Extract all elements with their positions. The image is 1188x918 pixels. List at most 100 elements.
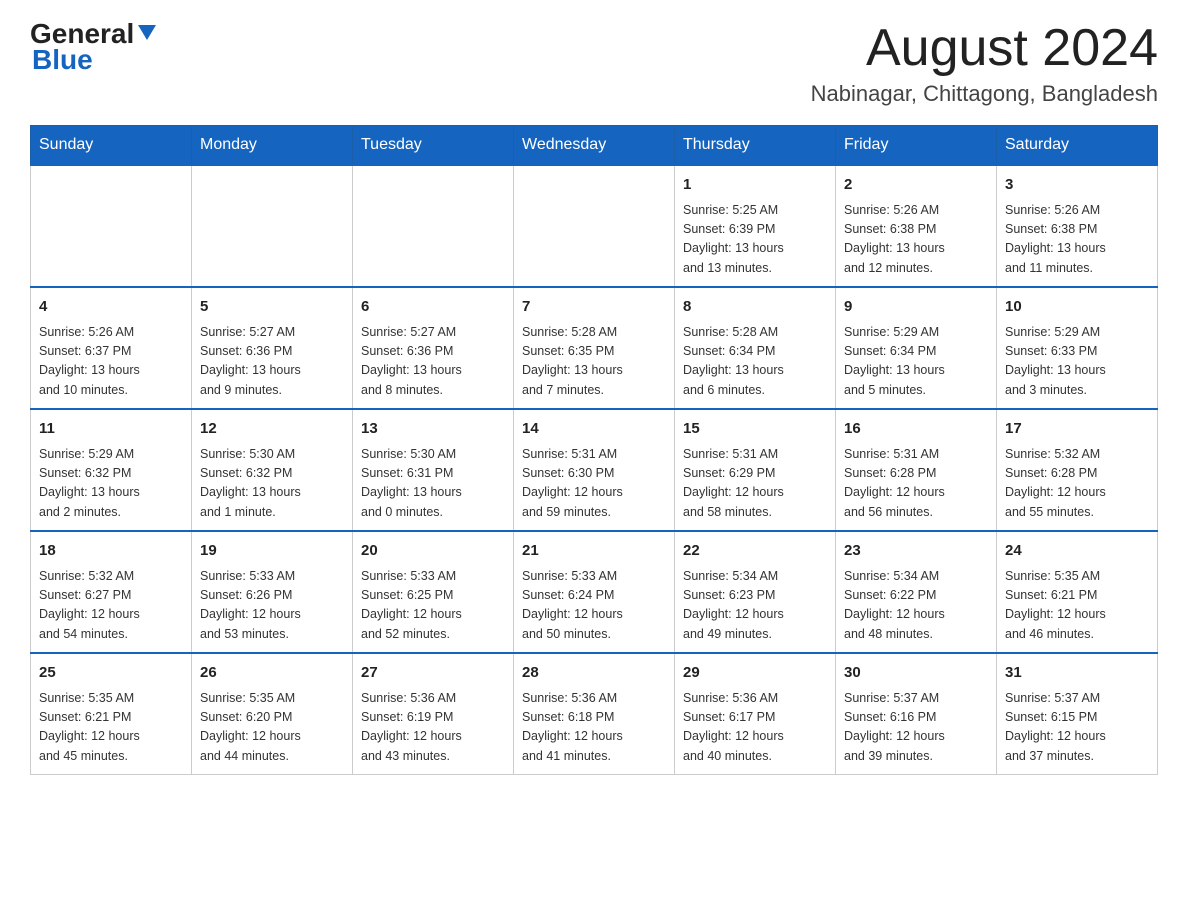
logo-text-blue: Blue <box>32 44 93 75</box>
day-number: 18 <box>39 540 183 563</box>
day-info: Sunrise: 5:34 AMSunset: 6:22 PMDaylight:… <box>844 567 988 645</box>
day-info: Sunrise: 5:30 AMSunset: 6:31 PMDaylight:… <box>361 445 505 523</box>
day-info: Sunrise: 5:31 AMSunset: 6:30 PMDaylight:… <box>522 445 666 523</box>
day-info: Sunrise: 5:29 AMSunset: 6:33 PMDaylight:… <box>1005 323 1149 401</box>
header-saturday: Saturday <box>997 126 1158 166</box>
week-row-3: 11 Sunrise: 5:29 AMSunset: 6:32 PMDayligh… <box>31 409 1158 531</box>
day-number: 17 <box>1005 418 1149 441</box>
calendar-cell: 28 Sunrise: 5:36 AMSunset: 6:18 PMDayligh… <box>514 653 675 775</box>
title-area: August 2024 Nabinagar, Chittagong, Bangl… <box>811 20 1158 107</box>
calendar-cell: 31 Sunrise: 5:37 AMSunset: 6:15 PMDayligh… <box>997 653 1158 775</box>
calendar-cell: 7 Sunrise: 5:28 AMSunset: 6:35 PMDaylight… <box>514 287 675 409</box>
header-thursday: Thursday <box>675 126 836 166</box>
day-number: 7 <box>522 296 666 319</box>
day-info: Sunrise: 5:36 AMSunset: 6:18 PMDaylight:… <box>522 689 666 767</box>
calendar-cell: 16 Sunrise: 5:31 AMSunset: 6:28 PMDayligh… <box>836 409 997 531</box>
day-info: Sunrise: 5:36 AMSunset: 6:17 PMDaylight:… <box>683 689 827 767</box>
week-row-2: 4Sunrise: 5:26 AMSunset: 6:37 PMDaylight… <box>31 287 1158 409</box>
calendar-cell: 30 Sunrise: 5:37 AMSunset: 6:16 PMDayligh… <box>836 653 997 775</box>
day-info: Sunrise: 5:27 AMSunset: 6:36 PMDaylight:… <box>361 323 505 401</box>
calendar-cell: 27 Sunrise: 5:36 AMSunset: 6:19 PMDayligh… <box>353 653 514 775</box>
day-info: Sunrise: 5:35 AMSunset: 6:21 PMDaylight:… <box>1005 567 1149 645</box>
day-number: 11 <box>39 418 183 441</box>
day-info: Sunrise: 5:33 AMSunset: 6:24 PMDaylight:… <box>522 567 666 645</box>
location-title: Nabinagar, Chittagong, Bangladesh <box>811 81 1158 107</box>
day-info: Sunrise: 5:27 AMSunset: 6:36 PMDaylight:… <box>200 323 344 401</box>
day-number: 4 <box>39 296 183 319</box>
calendar-table: Sunday Monday Tuesday Wednesday Thursday… <box>30 125 1158 775</box>
header-sunday: Sunday <box>31 126 192 166</box>
calendar-cell: 3Sunrise: 5:26 AMSunset: 6:38 PMDaylight… <box>997 165 1158 287</box>
calendar-cell: 19 Sunrise: 5:33 AMSunset: 6:26 PMDayligh… <box>192 531 353 653</box>
day-number: 24 <box>1005 540 1149 563</box>
day-number: 10 <box>1005 296 1149 319</box>
logo: General Blue <box>30 20 156 74</box>
calendar-cell: 22Sunrise: 5:34 AMSunset: 6:23 PMDayligh… <box>675 531 836 653</box>
header-monday: Monday <box>192 126 353 166</box>
week-row-1: 1Sunrise: 5:25 AMSunset: 6:39 PMDaylight… <box>31 165 1158 287</box>
header-tuesday: Tuesday <box>353 126 514 166</box>
day-info: Sunrise: 5:33 AMSunset: 6:26 PMDaylight:… <box>200 567 344 645</box>
calendar-cell: 29 Sunrise: 5:36 AMSunset: 6:17 PMDayligh… <box>675 653 836 775</box>
day-number: 5 <box>200 296 344 319</box>
calendar-cell: 18 Sunrise: 5:32 AMSunset: 6:27 PMDayligh… <box>31 531 192 653</box>
calendar-cell: 6 Sunrise: 5:27 AMSunset: 6:36 PMDaylight… <box>353 287 514 409</box>
day-info: Sunrise: 5:28 AMSunset: 6:35 PMDaylight:… <box>522 323 666 401</box>
calendar-cell: 21 Sunrise: 5:33 AMSunset: 6:24 PMDayligh… <box>514 531 675 653</box>
day-info: Sunrise: 5:36 AMSunset: 6:19 PMDaylight:… <box>361 689 505 767</box>
header-friday: Friday <box>836 126 997 166</box>
day-number: 16 <box>844 418 988 441</box>
day-number: 28 <box>522 662 666 685</box>
calendar-cell: 10 Sunrise: 5:29 AMSunset: 6:33 PMDayligh… <box>997 287 1158 409</box>
day-info: Sunrise: 5:35 AMSunset: 6:20 PMDaylight:… <box>200 689 344 767</box>
calendar-cell: 24 Sunrise: 5:35 AMSunset: 6:21 PMDayligh… <box>997 531 1158 653</box>
calendar-cell: 15 Sunrise: 5:31 AMSunset: 6:29 PMDayligh… <box>675 409 836 531</box>
day-number: 8 <box>683 296 827 319</box>
day-number: 21 <box>522 540 666 563</box>
day-info: Sunrise: 5:29 AMSunset: 6:34 PMDaylight:… <box>844 323 988 401</box>
day-info: Sunrise: 5:32 AMSunset: 6:28 PMDaylight:… <box>1005 445 1149 523</box>
day-number: 15 <box>683 418 827 441</box>
day-info: Sunrise: 5:31 AMSunset: 6:29 PMDaylight:… <box>683 445 827 523</box>
day-info: Sunrise: 5:32 AMSunset: 6:27 PMDaylight:… <box>39 567 183 645</box>
calendar-cell <box>353 165 514 287</box>
calendar-cell: 20Sunrise: 5:33 AMSunset: 6:25 PMDayligh… <box>353 531 514 653</box>
day-number: 13 <box>361 418 505 441</box>
day-info: Sunrise: 5:35 AMSunset: 6:21 PMDaylight:… <box>39 689 183 767</box>
day-number: 23 <box>844 540 988 563</box>
calendar-cell: 2 Sunrise: 5:26 AMSunset: 6:38 PMDaylight… <box>836 165 997 287</box>
day-number: 9 <box>844 296 988 319</box>
day-number: 31 <box>1005 662 1149 685</box>
page-header: General Blue August 2024 Nabinagar, Chit… <box>30 20 1158 107</box>
day-info: Sunrise: 5:34 AMSunset: 6:23 PMDaylight:… <box>683 567 827 645</box>
day-info: Sunrise: 5:28 AMSunset: 6:34 PMDaylight:… <box>683 323 827 401</box>
day-info: Sunrise: 5:26 AMSunset: 6:38 PMDaylight:… <box>844 201 988 279</box>
calendar-cell <box>514 165 675 287</box>
calendar-cell: 5 Sunrise: 5:27 AMSunset: 6:36 PMDaylight… <box>192 287 353 409</box>
day-info: Sunrise: 5:37 AMSunset: 6:16 PMDaylight:… <box>844 689 988 767</box>
day-info: Sunrise: 5:29 AMSunset: 6:32 PMDaylight:… <box>39 445 183 523</box>
calendar-cell: 9 Sunrise: 5:29 AMSunset: 6:34 PMDaylight… <box>836 287 997 409</box>
calendar-cell: 17 Sunrise: 5:32 AMSunset: 6:28 PMDayligh… <box>997 409 1158 531</box>
day-number: 2 <box>844 174 988 197</box>
day-info: Sunrise: 5:31 AMSunset: 6:28 PMDaylight:… <box>844 445 988 523</box>
calendar-cell: 1Sunrise: 5:25 AMSunset: 6:39 PMDaylight… <box>675 165 836 287</box>
calendar-cell: 11 Sunrise: 5:29 AMSunset: 6:32 PMDayligh… <box>31 409 192 531</box>
day-number: 14 <box>522 418 666 441</box>
calendar-cell: 14 Sunrise: 5:31 AMSunset: 6:30 PMDayligh… <box>514 409 675 531</box>
day-number: 30 <box>844 662 988 685</box>
day-number: 20 <box>361 540 505 563</box>
day-number: 26 <box>200 662 344 685</box>
day-number: 27 <box>361 662 505 685</box>
day-number: 29 <box>683 662 827 685</box>
calendar-cell: 4Sunrise: 5:26 AMSunset: 6:37 PMDaylight… <box>31 287 192 409</box>
day-info: Sunrise: 5:26 AMSunset: 6:38 PMDaylight:… <box>1005 201 1149 279</box>
day-number: 19 <box>200 540 344 563</box>
day-info: Sunrise: 5:37 AMSunset: 6:15 PMDaylight:… <box>1005 689 1149 767</box>
day-info: Sunrise: 5:25 AMSunset: 6:39 PMDaylight:… <box>683 201 827 279</box>
day-number: 25 <box>39 662 183 685</box>
calendar-cell: 8 Sunrise: 5:28 AMSunset: 6:34 PMDaylight… <box>675 287 836 409</box>
day-number: 6 <box>361 296 505 319</box>
logo-triangle-icon <box>138 25 156 40</box>
week-row-5: 25 Sunrise: 5:35 AMSunset: 6:21 PMDayligh… <box>31 653 1158 775</box>
